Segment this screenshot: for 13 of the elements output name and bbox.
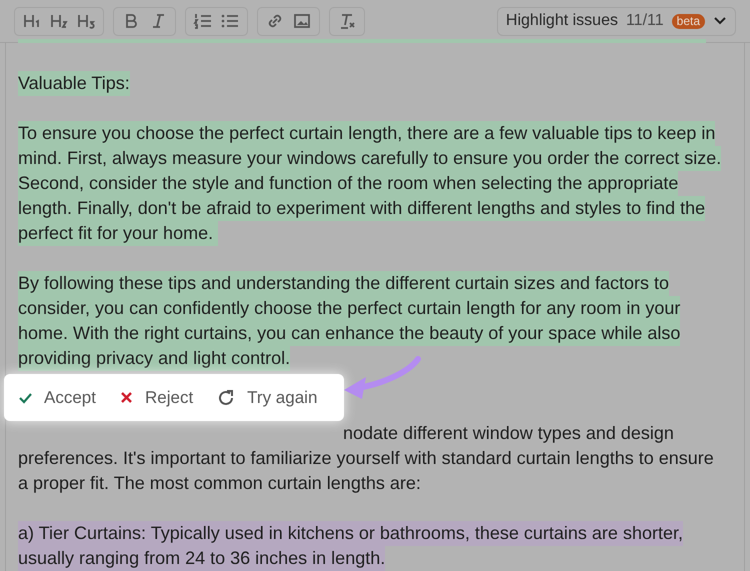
highlight-issues-dropdown[interactable]: Highlight issues 11/11 beta <box>496 6 736 36</box>
text-line: a proper fit. The most common curtain lengths are: <box>18 472 421 495</box>
try-again-button[interactable]: Try again <box>217 384 318 410</box>
reject-button[interactable]: Reject <box>120 384 194 410</box>
text-line: preferences. It's important to familiarize yourself with standard curtain lengths to ensure <box>18 447 714 470</box>
chevron-down-icon <box>713 16 727 26</box>
image-button[interactable] <box>292 11 312 31</box>
refresh-icon <box>217 388 236 406</box>
text-line: nodate different window types and design <box>343 422 674 445</box>
numbered-list-button[interactable] <box>193 11 213 31</box>
check-icon <box>18 392 32 404</box>
close-icon <box>120 391 133 404</box>
accept-button[interactable]: Accept <box>18 384 96 410</box>
